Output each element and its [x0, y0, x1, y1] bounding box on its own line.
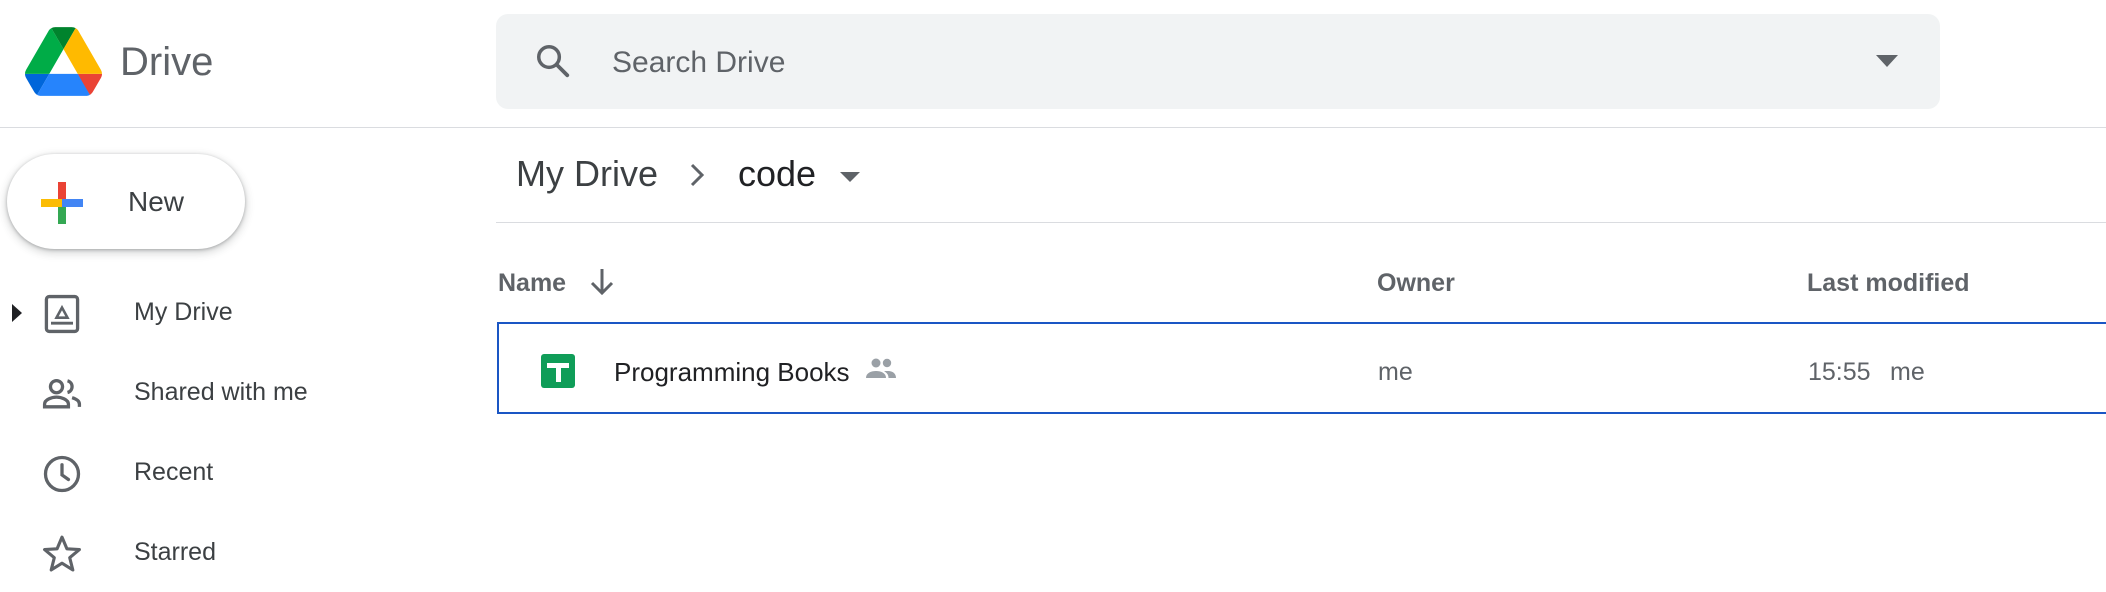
file-name[interactable]: Programming Books: [614, 356, 850, 388]
chevron-right-icon: [686, 160, 708, 190]
app-name[interactable]: Drive: [120, 38, 213, 86]
search-icon[interactable]: [534, 42, 572, 80]
search-bar[interactable]: [496, 14, 1940, 109]
sidebar-item-shared-with-me[interactable]: Shared with me: [0, 352, 470, 432]
column-header-owner[interactable]: Owner: [1377, 267, 1455, 299]
search-options-dropdown-icon[interactable]: [1874, 52, 1900, 70]
expand-arrow-icon[interactable]: [10, 302, 24, 324]
breadcrumb-current-folder[interactable]: code: [738, 152, 816, 196]
search-input[interactable]: [610, 36, 1814, 90]
sidebar-item-label: Shared with me: [134, 378, 308, 406]
new-button-label: New: [128, 186, 185, 217]
sidebar-item-starred[interactable]: Starred: [0, 512, 470, 592]
shared-people-icon: [865, 356, 897, 380]
arrow-down-sort-icon[interactable]: [588, 265, 616, 297]
my-drive-icon: [40, 292, 84, 336]
sidebar-item-label: Starred: [134, 538, 216, 566]
file-modified-time: 15:55: [1808, 358, 1871, 386]
breadcrumb-my-drive[interactable]: My Drive: [516, 152, 658, 196]
top-bar: Drive: [0, 0, 2106, 128]
plus-icon: [37, 178, 87, 228]
sidebar-item-label: My Drive: [134, 298, 233, 326]
sheets-icon: [541, 354, 575, 388]
people-icon: [40, 372, 84, 416]
clock-icon: [40, 452, 84, 496]
breadcrumb: My Drive code: [496, 128, 2106, 223]
file-owner: me: [1378, 358, 1413, 386]
folder-menu-dropdown-icon[interactable]: [838, 170, 862, 184]
column-header-name[interactable]: Name: [498, 267, 566, 299]
file-list-header: Name Owner Last modified: [496, 255, 2106, 307]
sidebar-item-label: Recent: [134, 458, 214, 486]
column-header-last-modified[interactable]: Last modified: [1807, 267, 1970, 299]
star-icon: [40, 532, 84, 576]
table-row[interactable]: Programming Books me 15:55 me: [497, 322, 2106, 414]
drive-logo-icon[interactable]: [25, 27, 102, 96]
file-modified-by: me: [1890, 358, 1925, 386]
sidebar-item-my-drive[interactable]: My Drive: [0, 272, 470, 352]
new-button[interactable]: New: [7, 154, 245, 249]
sidebar-item-recent[interactable]: Recent: [0, 432, 470, 512]
